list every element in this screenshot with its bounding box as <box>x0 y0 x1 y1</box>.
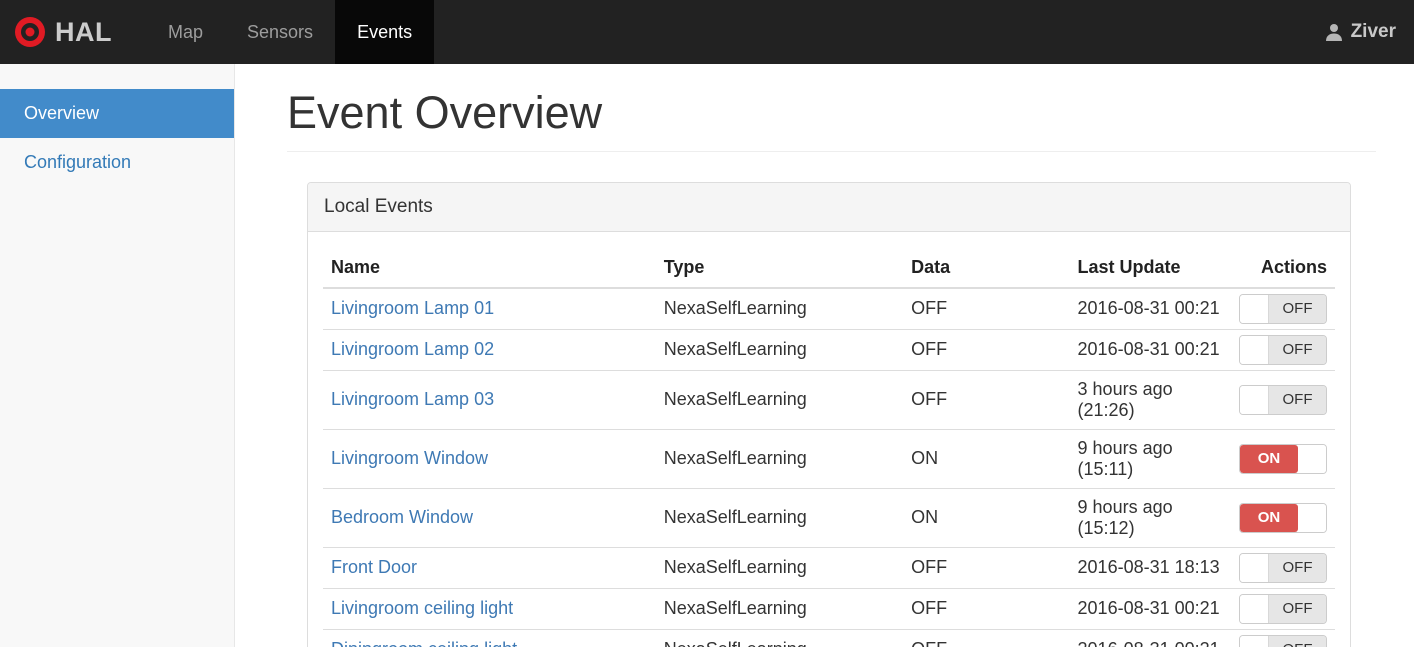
brand[interactable]: HAL <box>0 0 128 64</box>
toggle-handle <box>1240 635 1268 647</box>
event-data: OFF <box>903 547 1070 589</box>
toggle-label: OFF <box>1268 594 1326 623</box>
event-type: NexaSelfLearning <box>655 488 904 548</box>
event-last-update: 2016-08-31 00:21 <box>1069 629 1231 647</box>
panel-title: Local Events <box>308 182 1350 232</box>
toggle-handle <box>1240 335 1268 364</box>
event-last-update: 2016-08-31 00:21 <box>1069 588 1231 630</box>
sidebar: Overview Configuration <box>0 64 235 647</box>
column-header-last-update: Last Update <box>1069 246 1231 289</box>
panel-body: Name Type Data Last Update Actions Livin… <box>308 232 1350 647</box>
sidebar-item-configuration[interactable]: Configuration <box>0 138 234 187</box>
event-name-link[interactable]: Bedroom Window <box>331 507 473 527</box>
table-row: Livingroom Window NexaSelfLearning ON 9 … <box>323 429 1335 489</box>
target-icon <box>14 16 46 48</box>
events-table: Name Type Data Last Update Actions Livin… <box>323 246 1335 647</box>
page-header: Event Overview <box>287 88 1376 152</box>
event-data: ON <box>903 429 1070 489</box>
column-header-type: Type <box>655 246 904 289</box>
event-data: OFF <box>903 588 1070 630</box>
table-header-row: Name Type Data Last Update Actions <box>323 246 1335 289</box>
toggle-switch[interactable]: OFF <box>1239 634 1327 647</box>
column-header-data: Data <box>903 246 1070 289</box>
sidebar-item-overview[interactable]: Overview <box>0 89 234 138</box>
toggle-label: ON <box>1240 444 1298 473</box>
event-name-link[interactable]: Livingroom Lamp 01 <box>331 298 494 318</box>
user-name: Ziver <box>1350 21 1396 42</box>
navbar-menu: Map Sensors Events <box>146 0 435 64</box>
event-type: NexaSelfLearning <box>655 629 904 647</box>
toggle-label: OFF <box>1268 553 1326 582</box>
event-data: OFF <box>903 629 1070 647</box>
toggle-handle <box>1240 385 1268 414</box>
event-last-update: 2016-08-31 00:21 <box>1069 329 1231 371</box>
event-type: NexaSelfLearning <box>655 329 904 371</box>
top-navbar: HAL Map Sensors Events Ziver <box>0 0 1414 64</box>
nav-item-sensors[interactable]: Sensors <box>225 0 335 64</box>
event-type: NexaSelfLearning <box>655 588 904 630</box>
nav-item-events[interactable]: Events <box>335 0 435 64</box>
toggle-label: OFF <box>1268 385 1326 414</box>
event-last-update: 9 hours ago (15:12) <box>1069 488 1231 548</box>
toggle-handle <box>1240 594 1268 623</box>
toggle-switch[interactable]: ON <box>1239 502 1327 533</box>
toggle-label: ON <box>1240 503 1298 532</box>
toggle-handle <box>1240 553 1268 582</box>
toggle-switch[interactable]: OFF <box>1239 384 1327 415</box>
toggle-switch[interactable]: OFF <box>1239 293 1327 324</box>
table-row: Diningroom ceiling light NexaSelfLearnin… <box>323 629 1335 647</box>
toggle-switch[interactable]: OFF <box>1239 593 1327 624</box>
toggle-handle <box>1298 444 1326 473</box>
toggle-handle <box>1298 503 1326 532</box>
person-icon <box>1324 22 1344 42</box>
main-content: Event Overview Local Events Name Type Da… <box>235 64 1414 647</box>
toggle-switch[interactable]: ON <box>1239 443 1327 474</box>
event-data: OFF <box>903 370 1070 430</box>
event-type: NexaSelfLearning <box>655 429 904 489</box>
table-row: Livingroom Lamp 01 NexaSelfLearning OFF … <box>323 287 1335 330</box>
event-name-link[interactable]: Front Door <box>331 557 417 577</box>
table-row: Front Door NexaSelfLearning OFF 2016-08-… <box>323 547 1335 589</box>
toggle-handle <box>1240 294 1268 323</box>
nav-item-map[interactable]: Map <box>146 0 225 64</box>
toggle-label: OFF <box>1268 335 1326 364</box>
brand-label: HAL <box>55 16 112 47</box>
page-title: Event Overview <box>287 87 603 138</box>
table-row: Livingroom Lamp 02 NexaSelfLearning OFF … <box>323 329 1335 371</box>
local-events-panel: Local Events Name Type Data Last Update … <box>307 181 1351 647</box>
event-data: OFF <box>903 329 1070 371</box>
page-layout: Overview Configuration Event Overview Lo… <box>0 64 1414 647</box>
event-last-update: 2016-08-31 18:13 <box>1069 547 1231 589</box>
event-name-link[interactable]: Diningroom ceiling light <box>331 639 517 647</box>
event-last-update: 3 hours ago (21:26) <box>1069 370 1231 430</box>
user-menu[interactable]: Ziver <box>1306 0 1414 64</box>
toggle-switch[interactable]: OFF <box>1239 552 1327 583</box>
toggle-switch[interactable]: OFF <box>1239 334 1327 365</box>
events-table-body: Livingroom Lamp 01 NexaSelfLearning OFF … <box>323 287 1335 647</box>
event-type: NexaSelfLearning <box>655 547 904 589</box>
column-header-actions: Actions <box>1230 246 1335 289</box>
event-name-link[interactable]: Livingroom Window <box>331 448 488 468</box>
toggle-label: OFF <box>1268 294 1326 323</box>
table-row: Bedroom Window NexaSelfLearning ON 9 hou… <box>323 488 1335 548</box>
event-type: NexaSelfLearning <box>655 370 904 430</box>
table-row: Livingroom ceiling light NexaSelfLearnin… <box>323 588 1335 630</box>
event-type: NexaSelfLearning <box>655 287 904 330</box>
event-data: ON <box>903 488 1070 548</box>
event-last-update: 2016-08-31 00:21 <box>1069 287 1231 330</box>
event-data: OFF <box>903 287 1070 330</box>
event-last-update: 9 hours ago (15:11) <box>1069 429 1231 489</box>
toggle-label: OFF <box>1268 635 1326 647</box>
event-name-link[interactable]: Livingroom ceiling light <box>331 598 513 618</box>
column-header-name: Name <box>323 246 656 289</box>
event-name-link[interactable]: Livingroom Lamp 02 <box>331 339 494 359</box>
table-row: Livingroom Lamp 03 NexaSelfLearning OFF … <box>323 370 1335 430</box>
event-name-link[interactable]: Livingroom Lamp 03 <box>331 389 494 409</box>
